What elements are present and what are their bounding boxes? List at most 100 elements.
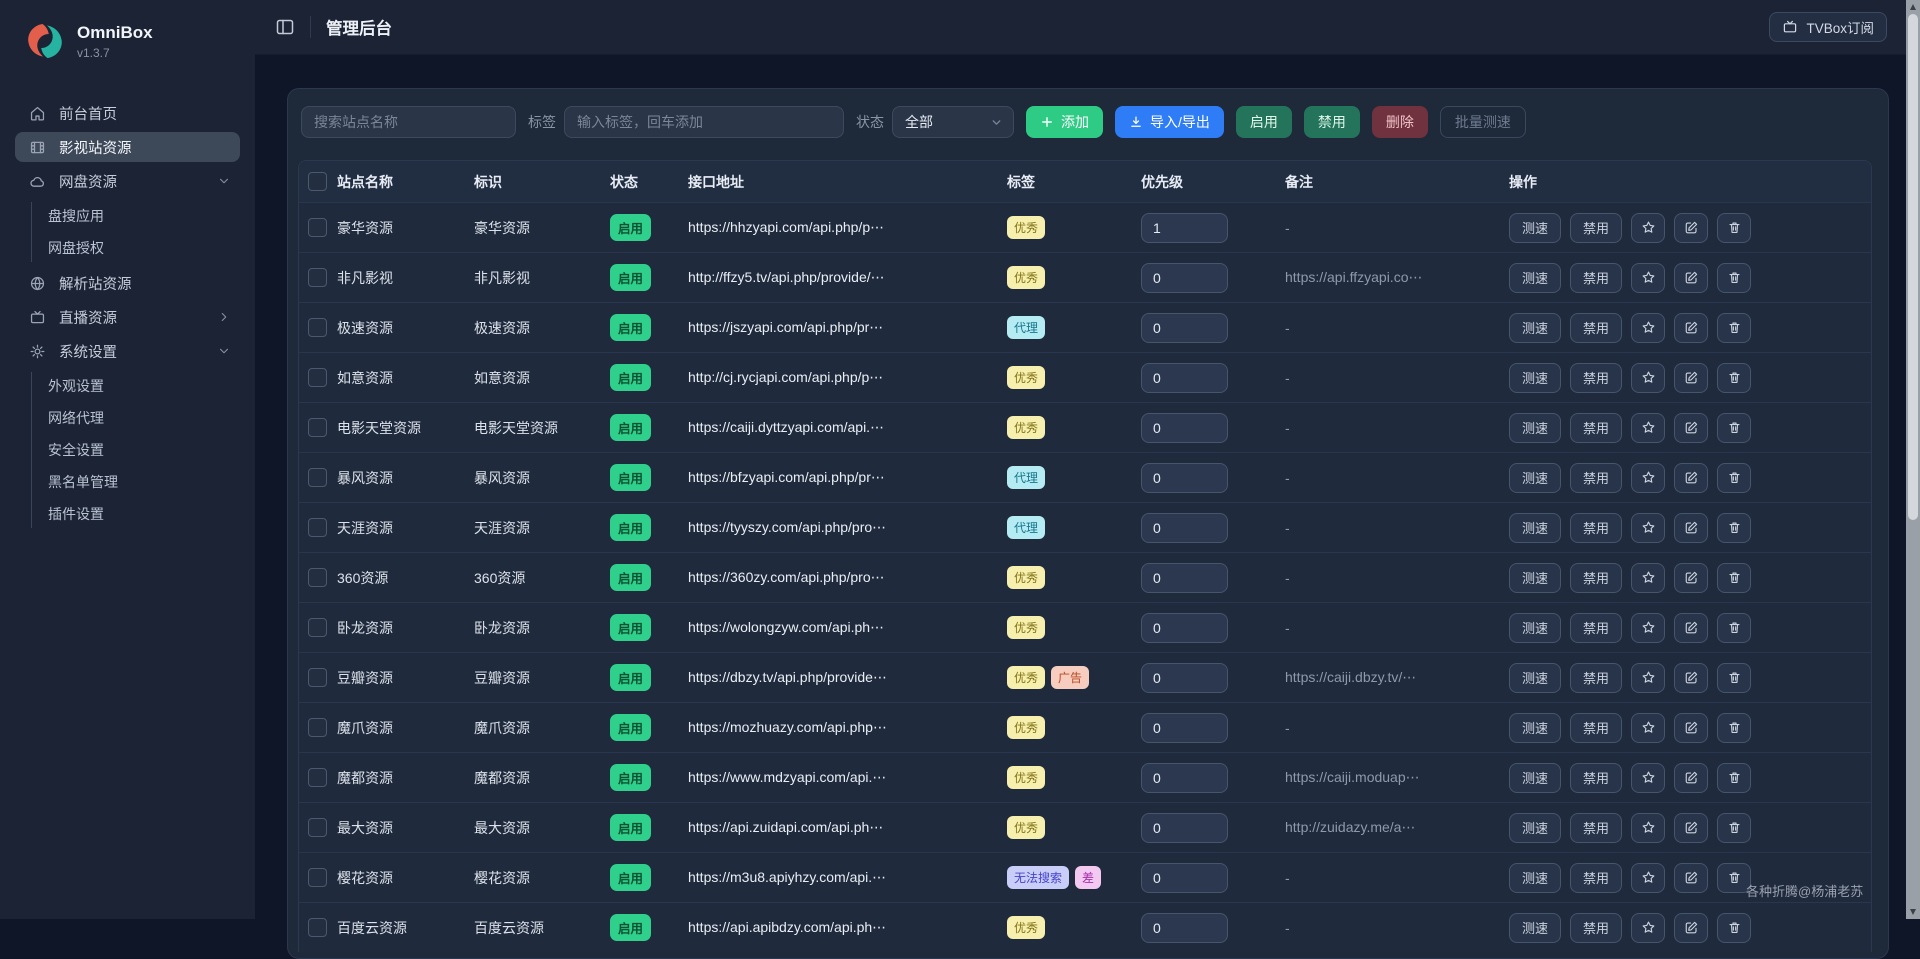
priority-input[interactable] (1141, 662, 1228, 693)
vertical-scrollbar[interactable] (1906, 0, 1920, 919)
add-button[interactable]: 添加 (1026, 106, 1103, 138)
row-checkbox[interactable] (308, 518, 327, 537)
scrollbar-down-arrow-icon[interactable] (1910, 909, 1916, 915)
speedtest-button[interactable]: 测速 (1509, 312, 1562, 343)
disable-button[interactable]: 禁用 (1570, 862, 1623, 893)
favorite-button[interactable] (1631, 362, 1666, 393)
disable-button[interactable]: 禁用 (1570, 262, 1623, 293)
favorite-button[interactable] (1631, 812, 1666, 843)
delete-button[interactable] (1717, 312, 1752, 343)
sidebar-subitem[interactable]: 网络代理 (0, 402, 255, 434)
disable-button[interactable]: 禁用 (1570, 212, 1623, 243)
speedtest-button[interactable]: 测速 (1509, 412, 1562, 443)
delete-button[interactable] (1717, 812, 1752, 843)
disable-button[interactable]: 禁用 (1570, 912, 1623, 943)
speedtest-button[interactable]: 测速 (1509, 912, 1562, 943)
delete-button[interactable] (1717, 412, 1752, 443)
row-checkbox[interactable] (308, 468, 327, 487)
bulk-delete-button[interactable]: 删除 (1371, 106, 1428, 138)
delete-button[interactable] (1717, 262, 1752, 293)
sidebar-toggle-icon[interactable] (275, 17, 295, 37)
favorite-button[interactable] (1631, 712, 1666, 743)
tvbox-subscribe-button[interactable]: TVBox订阅 (1769, 12, 1887, 42)
delete-button[interactable] (1717, 662, 1752, 693)
speedtest-button[interactable]: 测速 (1509, 762, 1562, 793)
row-checkbox[interactable] (308, 868, 327, 887)
edit-button[interactable] (1674, 362, 1709, 393)
priority-input[interactable] (1141, 262, 1228, 293)
edit-button[interactable] (1674, 512, 1709, 543)
priority-input[interactable] (1141, 512, 1228, 543)
disable-button[interactable]: 禁用 (1570, 712, 1623, 743)
sidebar-item-5[interactable]: 系统设置 (0, 334, 255, 368)
sidebar-item-2[interactable]: 网盘资源 (0, 164, 255, 198)
disable-button[interactable]: 禁用 (1570, 762, 1623, 793)
sidebar-subitem[interactable]: 黑名单管理 (0, 466, 255, 498)
scrollbar-up-arrow-icon[interactable] (1910, 4, 1916, 10)
sidebar-item-4[interactable]: 直播资源 (0, 300, 255, 334)
bulk-disable-button[interactable]: 禁用 (1303, 106, 1360, 138)
disable-button[interactable]: 禁用 (1570, 612, 1623, 643)
disable-button[interactable]: 禁用 (1570, 412, 1623, 443)
sidebar-item-1[interactable]: 影视站资源 (15, 132, 240, 162)
speedtest-button[interactable]: 测速 (1509, 812, 1562, 843)
priority-input[interactable] (1141, 412, 1228, 443)
favorite-button[interactable] (1631, 512, 1666, 543)
edit-button[interactable] (1674, 862, 1709, 893)
edit-button[interactable] (1674, 462, 1709, 493)
tag-input[interactable] (564, 106, 844, 138)
disable-button[interactable]: 禁用 (1570, 362, 1623, 393)
favorite-button[interactable] (1631, 612, 1666, 643)
delete-button[interactable] (1717, 712, 1752, 743)
bulk-enable-button[interactable]: 启用 (1235, 106, 1292, 138)
favorite-button[interactable] (1631, 912, 1666, 943)
edit-button[interactable] (1674, 912, 1709, 943)
edit-button[interactable] (1674, 312, 1709, 343)
scrollbar-thumb[interactable] (1908, 14, 1918, 520)
speedtest-button[interactable]: 测速 (1509, 462, 1562, 493)
edit-button[interactable] (1674, 262, 1709, 293)
speedtest-button[interactable]: 测速 (1509, 612, 1562, 643)
row-checkbox[interactable] (308, 318, 327, 337)
edit-button[interactable] (1674, 612, 1709, 643)
delete-button[interactable] (1717, 462, 1752, 493)
favorite-button[interactable] (1631, 212, 1666, 243)
favorite-button[interactable] (1631, 412, 1666, 443)
row-checkbox[interactable] (308, 618, 327, 637)
favorite-button[interactable] (1631, 312, 1666, 343)
row-checkbox[interactable] (308, 268, 327, 287)
sidebar-subitem[interactable]: 网盘授权 (0, 232, 255, 264)
speedtest-button[interactable]: 测速 (1509, 262, 1562, 293)
delete-button[interactable] (1717, 562, 1752, 593)
batch-speedtest-button[interactable]: 批量测速 (1439, 106, 1526, 138)
favorite-button[interactable] (1631, 762, 1666, 793)
delete-button[interactable] (1717, 762, 1752, 793)
favorite-button[interactable] (1631, 862, 1666, 893)
edit-button[interactable] (1674, 562, 1709, 593)
sidebar-item-0[interactable]: 前台首页 (0, 96, 255, 130)
edit-button[interactable] (1674, 412, 1709, 443)
priority-input[interactable] (1141, 362, 1228, 393)
priority-input[interactable] (1141, 712, 1228, 743)
speedtest-button[interactable]: 测速 (1509, 712, 1562, 743)
sidebar-item-3[interactable]: 解析站资源 (0, 266, 255, 300)
delete-button[interactable] (1717, 212, 1752, 243)
row-checkbox[interactable] (308, 418, 327, 437)
disable-button[interactable]: 禁用 (1570, 512, 1623, 543)
speedtest-button[interactable]: 测速 (1509, 362, 1562, 393)
sidebar-subitem[interactable]: 安全设置 (0, 434, 255, 466)
priority-input[interactable] (1141, 312, 1228, 343)
priority-input[interactable] (1141, 862, 1228, 893)
disable-button[interactable]: 禁用 (1570, 462, 1623, 493)
disable-button[interactable]: 禁用 (1570, 312, 1623, 343)
sidebar-subitem[interactable]: 插件设置 (0, 498, 255, 530)
delete-button[interactable] (1717, 512, 1752, 543)
delete-button[interactable] (1717, 912, 1752, 943)
sidebar-subitem[interactable]: 盘搜应用 (0, 200, 255, 232)
favorite-button[interactable] (1631, 462, 1666, 493)
disable-button[interactable]: 禁用 (1570, 812, 1623, 843)
priority-input[interactable] (1141, 762, 1228, 793)
edit-button[interactable] (1674, 812, 1709, 843)
edit-button[interactable] (1674, 662, 1709, 693)
priority-input[interactable] (1141, 212, 1228, 243)
